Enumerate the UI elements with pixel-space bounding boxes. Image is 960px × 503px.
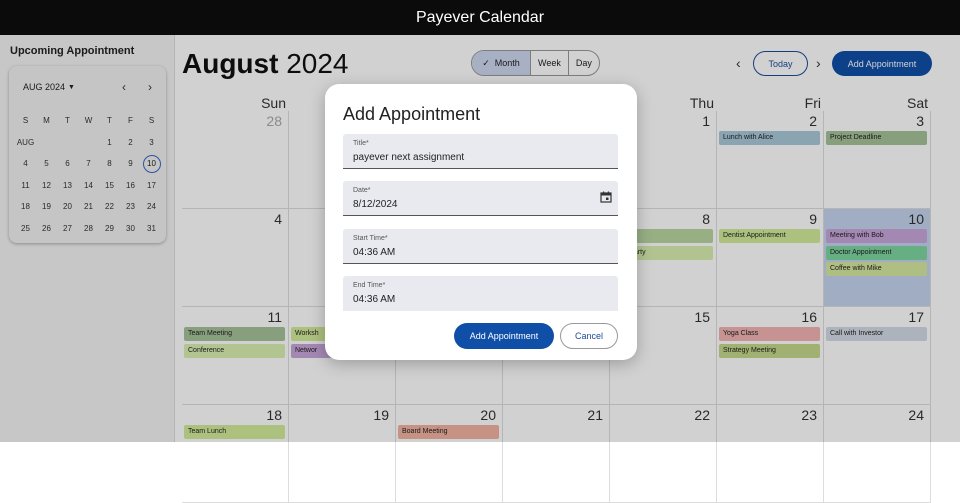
dialog-cancel-button[interactable]: Cancel bbox=[560, 323, 618, 349]
end-time-field[interactable]: End Time* 04:36 AM bbox=[343, 276, 618, 311]
start-time-field[interactable]: Start Time* 04:36 AM bbox=[343, 229, 618, 264]
app-header: Payever Calendar bbox=[0, 0, 960, 35]
end-time-value: 04:36 AM bbox=[353, 294, 396, 305]
title-field-label: Title* bbox=[353, 140, 369, 147]
add-appointment-dialog: Add Appointment Title* payever next assi… bbox=[325, 84, 637, 360]
date-field[interactable]: Date* 8/12/2024 bbox=[343, 181, 618, 216]
calendar-icon[interactable] bbox=[600, 191, 612, 203]
start-time-label: Start Time* bbox=[353, 235, 388, 242]
start-time-value: 04:36 AM bbox=[353, 247, 396, 258]
end-time-label: End Time* bbox=[353, 282, 386, 289]
date-field-label: Date* bbox=[353, 187, 371, 194]
date-field-value: 8/12/2024 bbox=[353, 199, 398, 210]
title-field-value: payever next assignment bbox=[353, 152, 465, 163]
dialog-title: Add Appointment bbox=[343, 104, 481, 124]
app-title: Payever Calendar bbox=[415, 8, 545, 26]
dialog-add-appointment-button[interactable]: Add Appointment bbox=[454, 323, 554, 349]
title-field[interactable]: Title* payever next assignment bbox=[343, 134, 618, 169]
